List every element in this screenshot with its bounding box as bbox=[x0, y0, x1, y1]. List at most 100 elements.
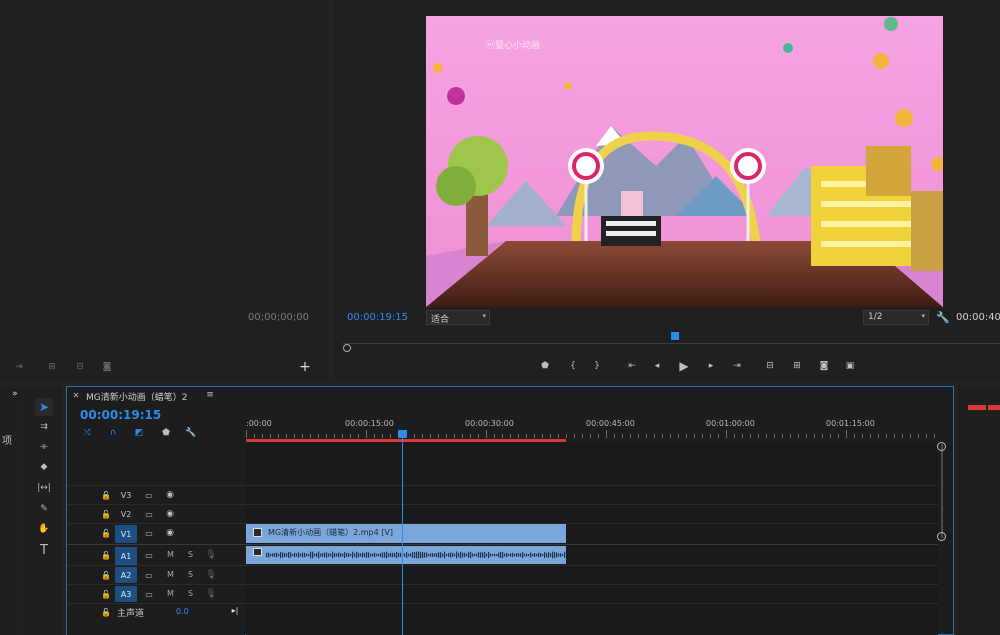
sync-lock-icon[interactable]: ▭ bbox=[143, 508, 155, 520]
video-clip-v1[interactable]: MG清新小动画（蜡笔）2.mp4 [V] bbox=[246, 524, 566, 543]
lock-icon[interactable]: 🔓 bbox=[100, 508, 112, 520]
track-v3[interactable]: V3 bbox=[115, 487, 137, 503]
compare-icon[interactable]: ▣ bbox=[842, 359, 858, 373]
razor-icon[interactable]: ◆ bbox=[35, 459, 53, 475]
tab-menu-icon[interactable]: ≡ bbox=[204, 390, 216, 400]
lock-icon[interactable]: 🔓 bbox=[100, 588, 112, 600]
track-a2[interactable]: A2 bbox=[115, 567, 137, 583]
panel-menu-chevron-icon[interactable]: » bbox=[8, 388, 22, 400]
add-marker-icon[interactable]: ⬟ bbox=[159, 426, 173, 439]
program-mini-ruler[interactable] bbox=[343, 330, 1000, 352]
master-volume-value[interactable]: 0.0 bbox=[176, 607, 189, 616]
solo-button[interactable]: S bbox=[188, 550, 193, 559]
waveform-bar bbox=[510, 553, 512, 557]
insert-icon[interactable]: ⇥ bbox=[12, 360, 26, 374]
mute-button[interactable]: M bbox=[167, 589, 174, 598]
timeline-playhead-handle[interactable] bbox=[398, 430, 407, 438]
ruler-tick bbox=[350, 434, 351, 438]
ruler-tick bbox=[526, 434, 527, 438]
waveform-bar bbox=[368, 552, 370, 558]
source-monitor-panel bbox=[0, 0, 329, 381]
eye-icon[interactable]: ◉ bbox=[164, 508, 176, 520]
audio-waveform bbox=[266, 551, 566, 559]
resolution-dropdown[interactable]: 1/2 ▾ bbox=[863, 310, 929, 325]
solo-button[interactable]: S bbox=[188, 589, 193, 598]
sync-lock-icon[interactable]: ▭ bbox=[143, 569, 155, 581]
track-a1[interactable]: A1 bbox=[115, 547, 137, 565]
snap-icon[interactable]: ∩ bbox=[106, 426, 120, 439]
step-forward-icon[interactable]: ▸ bbox=[704, 359, 718, 373]
track-a3[interactable]: A3 bbox=[115, 586, 137, 602]
sync-lock-icon[interactable]: ▭ bbox=[143, 489, 155, 501]
type-icon[interactable]: T bbox=[35, 542, 53, 558]
slip-icon[interactable]: |↔| bbox=[35, 480, 53, 496]
timeline-vertical-scrollbar[interactable] bbox=[941, 444, 943, 538]
timeline-timecode[interactable]: 00:00:19:15 bbox=[80, 408, 161, 422]
selection-tool-icon[interactable]: ➤ bbox=[35, 398, 53, 416]
mute-button[interactable]: M bbox=[167, 570, 174, 579]
lock-icon[interactable]: 🔓 bbox=[100, 527, 112, 539]
lock-icon[interactable]: 🔓 bbox=[100, 569, 112, 581]
ripple-edit-icon[interactable]: ⟛ bbox=[35, 439, 53, 455]
lock-icon[interactable]: 🔓 bbox=[100, 549, 112, 561]
mute-button[interactable]: M bbox=[167, 550, 174, 559]
waveform-bar bbox=[312, 551, 314, 559]
lift-small-icon[interactable]: ⊟ bbox=[72, 360, 88, 374]
scroll-handle-bottom[interactable] bbox=[937, 532, 946, 541]
microphone-icon[interactable]: 🎙 bbox=[205, 588, 217, 600]
timeline-tab-title[interactable]: MG清新小动画（蜡笔）2 bbox=[86, 390, 187, 403]
sync-lock-icon[interactable]: ▭ bbox=[143, 549, 155, 561]
waveform-bar bbox=[380, 552, 382, 558]
sync-lock-icon[interactable]: ▭ bbox=[143, 588, 155, 600]
extract-icon[interactable]: ⊞ bbox=[789, 359, 805, 373]
fx-badge-icon bbox=[253, 528, 262, 537]
track-v2[interactable]: V2 bbox=[115, 506, 137, 522]
waveform-bar bbox=[544, 552, 546, 558]
ruler-tick bbox=[246, 430, 247, 438]
scroll-handle-top[interactable] bbox=[937, 442, 946, 451]
waveform-bar bbox=[422, 552, 424, 558]
mini-ruler-start-handle[interactable] bbox=[343, 344, 351, 352]
mark-out-icon[interactable]: } bbox=[590, 359, 604, 373]
wrench-icon[interactable]: 🔧 bbox=[936, 310, 950, 324]
audio-clip-a1[interactable] bbox=[246, 546, 566, 564]
ruler-label: :00:00 bbox=[246, 419, 272, 428]
timeline-settings-icon[interactable]: 🔧 bbox=[184, 426, 198, 439]
ruler-tick bbox=[374, 434, 375, 438]
track-select-icon[interactable]: ⇉ bbox=[35, 419, 53, 435]
fit-dropdown[interactable]: 适合 ▾ bbox=[426, 310, 490, 325]
step-back-icon[interactable]: ◂ bbox=[650, 359, 664, 373]
waveform-bar bbox=[432, 553, 434, 557]
waveform-bar bbox=[364, 552, 366, 558]
play-icon[interactable]: ▶ bbox=[676, 359, 692, 373]
marker-icon[interactable]: ⬟ bbox=[538, 359, 552, 373]
close-tab-icon[interactable]: ✕ bbox=[71, 390, 81, 400]
hand-icon[interactable]: ✋ bbox=[35, 521, 53, 537]
eye-icon[interactable]: ◉ bbox=[164, 527, 176, 539]
add-button-icon[interactable]: + bbox=[298, 359, 312, 375]
pen-icon[interactable]: ✎ bbox=[35, 501, 53, 517]
go-to-end-icon[interactable]: ▸| bbox=[229, 604, 241, 616]
export-frame-icon[interactable]: ◙ bbox=[816, 359, 832, 373]
linked-selection-icon[interactable]: ◩ bbox=[132, 426, 146, 439]
mark-in-icon[interactable]: { bbox=[566, 359, 580, 373]
microphone-icon[interactable]: 🎙 bbox=[205, 569, 217, 581]
lock-icon[interactable]: 🔓 bbox=[100, 489, 112, 501]
nest-sequence-icon[interactable]: ⤨ bbox=[80, 426, 94, 439]
lift-icon[interactable]: ⊟ bbox=[762, 359, 778, 373]
microphone-icon[interactable]: 🎙 bbox=[205, 549, 217, 561]
track-v1[interactable]: V1 bbox=[115, 525, 137, 543]
waveform-bar bbox=[376, 553, 378, 557]
waveform-bar bbox=[520, 553, 522, 557]
solo-button[interactable]: S bbox=[188, 570, 193, 579]
waveform-bar bbox=[282, 552, 284, 558]
program-playhead-marker[interactable] bbox=[671, 332, 679, 340]
lock-icon[interactable]: 🔓 bbox=[100, 606, 112, 618]
eye-icon[interactable]: ◉ bbox=[164, 489, 176, 501]
go-to-out-icon[interactable]: ⇥ bbox=[729, 359, 745, 373]
timeline-playhead-line[interactable] bbox=[402, 438, 403, 635]
go-to-in-icon[interactable]: ⇤ bbox=[624, 359, 640, 373]
camera-icon[interactable]: ◙ bbox=[100, 360, 114, 374]
sync-lock-icon[interactable]: ▭ bbox=[143, 527, 155, 539]
overwrite-icon[interactable]: ⊞ bbox=[44, 360, 60, 374]
